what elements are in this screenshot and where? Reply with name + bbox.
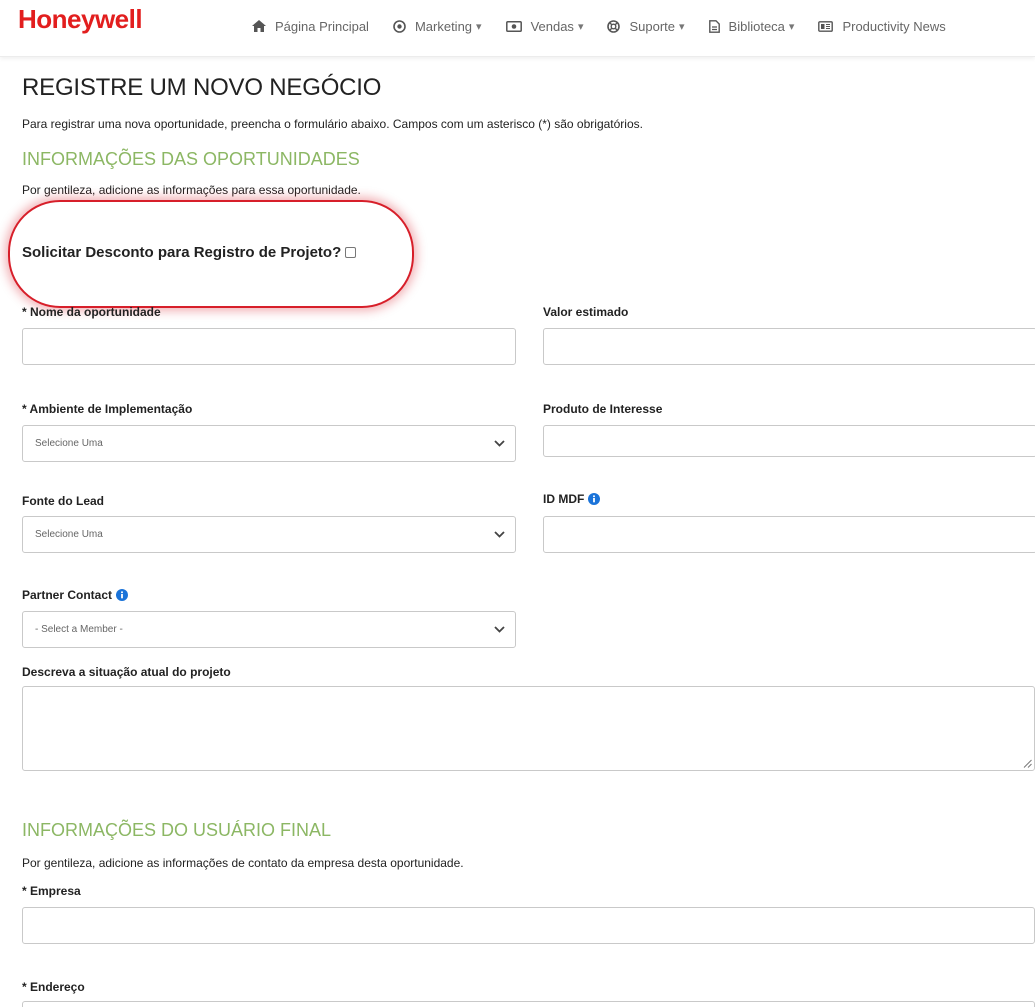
discount-request-row: Solicitar Desconto para Registro de Proj…	[22, 244, 357, 261]
address-label: * Endereço	[22, 980, 85, 994]
chevron-down-icon: ▾	[476, 20, 482, 33]
home-icon	[252, 20, 266, 32]
select-value: - Select a Member -	[35, 624, 123, 635]
chevron-down-icon: ▾	[577, 20, 584, 33]
info-icon[interactable]	[116, 589, 129, 601]
select-value: Selecione Uma	[35, 438, 103, 449]
nav-item-marketing[interactable]: Marketing ▾	[393, 19, 482, 34]
project-situation-textarea[interactable]	[22, 686, 1035, 771]
implementation-environment-label: * Ambiente de Implementação	[22, 402, 193, 416]
nav-label: Marketing	[414, 18, 473, 34]
nav-item-productivity-news[interactable]: Productivity News	[818, 18, 946, 34]
info-icon[interactable]	[588, 493, 601, 505]
mdf-id-label: ID MDF	[543, 492, 601, 506]
opportunity-name-input[interactable]	[22, 328, 516, 365]
nav-label: Biblioteca	[728, 18, 785, 34]
estimated-value-label: Valor estimado	[543, 305, 629, 319]
estimated-value-input[interactable]	[543, 328, 1035, 365]
project-situation-label: Descreva a situação atual do projeto	[22, 665, 231, 679]
nav-item-suporte[interactable]: Suporte ▾	[607, 18, 685, 34]
end-user-section-heading: INFORMAÇÕES DO USUÁRIO FINAL	[22, 820, 332, 840]
mdf-id-input[interactable]	[543, 516, 1035, 553]
address-input[interactable]	[22, 1001, 1035, 1007]
company-input[interactable]	[22, 907, 1035, 944]
page-intro: Para registrar uma nova oportunidade, pr…	[22, 117, 643, 131]
nav-label: Productivity News	[842, 18, 946, 34]
discount-request-label: Solicitar Desconto para Registro de Proj…	[22, 244, 342, 261]
document-icon	[708, 19, 720, 33]
chevron-down-icon	[494, 626, 505, 633]
nav-item-biblioteca[interactable]: Biblioteca ▾	[708, 18, 795, 34]
main-nav: Página Principal Marketing ▾ Vendas ▾ Su…	[252, 0, 970, 52]
product-of-interest-input[interactable]	[543, 425, 1035, 457]
opportunity-section-subtext: Por gentileza, adicione as informações p…	[22, 183, 361, 197]
nav-label: Suporte	[629, 18, 676, 34]
chevron-down-icon: ▾	[679, 20, 685, 33]
cash-icon	[505, 20, 522, 32]
product-of-interest-label: Produto de Interesse	[543, 402, 663, 416]
top-navigation-bar: Honeywell Página Principal Marketing ▾ V…	[0, 0, 1035, 57]
opportunity-section-heading: INFORMAÇÕES DAS OPORTUNIDADES	[22, 149, 360, 169]
nav-label: Vendas	[530, 18, 574, 34]
mdf-id-label-text: ID MDF	[543, 492, 585, 506]
newspaper-icon	[818, 20, 834, 32]
discount-request-checkbox[interactable]	[345, 247, 357, 258]
honeywell-logo[interactable]: Honeywell	[18, 4, 143, 35]
company-label: * Empresa	[22, 884, 81, 898]
resize-handle-icon[interactable]	[1023, 759, 1032, 768]
lead-source-label: Fonte do Lead	[22, 494, 104, 508]
end-user-section-subtext: Por gentileza, adicione as informações d…	[22, 856, 464, 870]
opportunity-name-label: * Nome da oportunidade	[22, 305, 161, 319]
nav-item-home[interactable]: Página Principal	[252, 19, 369, 34]
chevron-down-icon	[494, 440, 505, 447]
partner-contact-label-text: Partner Contact	[22, 588, 113, 602]
lifebuoy-icon	[607, 19, 621, 33]
partner-contact-select[interactable]: - Select a Member -	[22, 611, 516, 648]
page-title: REGISTRE UM NOVO NEGÓCIO	[22, 74, 382, 101]
target-icon	[393, 19, 406, 33]
implementation-environment-select[interactable]: Selecione Uma	[22, 425, 516, 462]
lead-source-select[interactable]: Selecione Uma	[22, 516, 516, 553]
nav-item-vendas[interactable]: Vendas ▾	[505, 18, 584, 34]
partner-contact-label: Partner Contact	[22, 588, 129, 602]
select-value: Selecione Uma	[35, 529, 103, 540]
nav-label: Página Principal	[275, 18, 369, 34]
chevron-down-icon	[494, 531, 505, 538]
chevron-down-icon: ▾	[788, 20, 795, 33]
